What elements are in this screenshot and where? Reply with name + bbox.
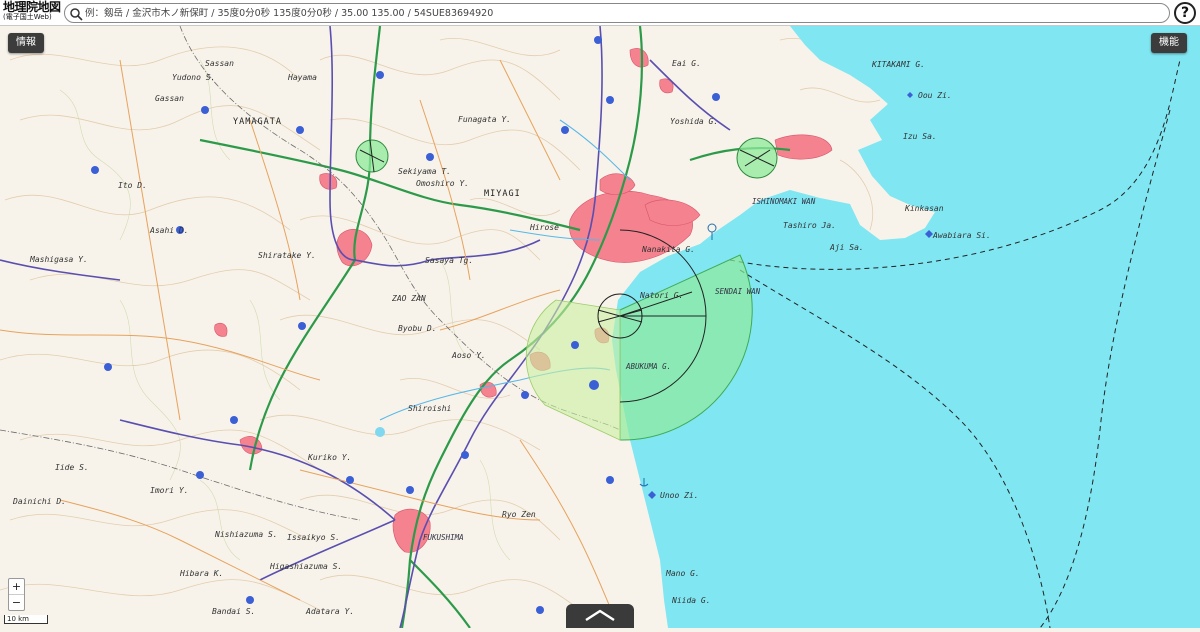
- svg-text:Ito D.: Ito D.: [118, 181, 147, 190]
- svg-text:Oou Zi.: Oou Zi.: [918, 91, 952, 100]
- svg-text:KITAKAMI G.: KITAKAMI G.: [871, 60, 925, 69]
- svg-text:Omoshiro Y.: Omoshiro Y.: [416, 179, 469, 188]
- zoom-out-button[interactable]: −: [9, 595, 24, 610]
- svg-text:ISHINOMAKI WAN: ISHINOMAKI WAN: [752, 197, 816, 206]
- function-button[interactable]: 機能: [1151, 33, 1187, 53]
- svg-text:Unoo Zi.: Unoo Zi.: [660, 491, 699, 500]
- search-input[interactable]: [85, 5, 1165, 21]
- search-box[interactable]: [64, 3, 1170, 23]
- info-button[interactable]: 情報: [8, 33, 44, 53]
- svg-text:Funagata Y.: Funagata Y.: [458, 115, 511, 124]
- expand-panel-button[interactable]: [566, 604, 634, 628]
- svg-text:Mashigasa Y.: Mashigasa Y.: [29, 255, 88, 264]
- svg-text:Sassan: Sassan: [205, 59, 234, 68]
- svg-text:Adatara Y.: Adatara Y.: [305, 607, 354, 616]
- svg-text:Aoso Y.: Aoso Y.: [451, 351, 486, 360]
- svg-text:Aji Sa.: Aji Sa.: [829, 243, 864, 252]
- svg-text:Hayama: Hayama: [287, 73, 317, 82]
- svg-text:Kuriko Y.: Kuriko Y.: [307, 453, 351, 462]
- svg-text:Kinkasan: Kinkasan: [904, 204, 944, 213]
- label-yamagata: YAMAGATA: [233, 117, 282, 127]
- svg-text:Nishiazuma S.: Nishiazuma S.: [214, 530, 278, 539]
- label-miyagi: MIYAGI: [484, 189, 521, 199]
- top-bar: 地理院地図 (電子国土Web) ?: [0, 0, 1200, 26]
- svg-text:Iide S.: Iide S.: [55, 463, 89, 472]
- svg-text:Issaikyo S.: Issaikyo S.: [287, 533, 340, 542]
- svg-text:Shiratake Y.: Shiratake Y.: [258, 251, 316, 260]
- scale-bar: 10 km: [4, 615, 48, 624]
- svg-text:Tashiro Ja.: Tashiro Ja.: [783, 221, 836, 230]
- app-logo[interactable]: 地理院地図 (電子国土Web): [3, 1, 63, 25]
- svg-text:Sasaya Tg.: Sasaya Tg.: [425, 256, 473, 265]
- topographic-map[interactable]: YAMAGATA MIYAGI FUKUSHIMA Sassan Yudono …: [0, 0, 1200, 628]
- svg-text:Izu Sa.: Izu Sa.: [903, 132, 937, 141]
- svg-text:Natori G.: Natori G.: [639, 291, 683, 300]
- help-button[interactable]: ?: [1174, 2, 1196, 24]
- label-fukushima: FUKUSHIMA: [423, 533, 464, 542]
- svg-text:SENDAI WAN: SENDAI WAN: [715, 287, 761, 296]
- search-icon[interactable]: [69, 7, 83, 21]
- svg-text:Sekiyama T.: Sekiyama T.: [398, 167, 451, 176]
- svg-text:Niida G.: Niida G.: [671, 596, 711, 605]
- svg-text:Higashiazuma S.: Higashiazuma S.: [269, 562, 342, 571]
- svg-text:Hirose: Hirose: [529, 223, 559, 232]
- logo-subtitle: (電子国土Web): [3, 13, 52, 21]
- svg-text:Hibara K.: Hibara K.: [179, 569, 223, 578]
- svg-text:Nanakita G.: Nanakita G.: [641, 245, 695, 254]
- svg-text:Imori Y.: Imori Y.: [150, 486, 189, 495]
- logo-title: 地理院地図: [3, 0, 61, 14]
- zoom-in-button[interactable]: +: [9, 579, 24, 595]
- svg-text:Shiroishi: Shiroishi: [408, 404, 451, 413]
- svg-text:ABUKUMA G.: ABUKUMA G.: [625, 362, 671, 371]
- svg-text:Yoshida G.: Yoshida G.: [670, 117, 718, 126]
- zoom-control: + −: [8, 578, 25, 611]
- svg-text:Awabiara Si.: Awabiara Si.: [932, 231, 991, 240]
- svg-text:Mano G.: Mano G.: [665, 569, 700, 578]
- svg-text:Eai G.: Eai G.: [672, 59, 701, 68]
- svg-text:ZAO ZAN: ZAO ZAN: [391, 294, 426, 303]
- svg-text:Yudono S.: Yudono S.: [172, 73, 215, 82]
- chevron-up-icon: [585, 609, 615, 622]
- svg-text:Ryo Zen: Ryo Zen: [502, 510, 536, 519]
- svg-text:Gassan: Gassan: [155, 94, 184, 103]
- svg-text:Dainichi D.: Dainichi D.: [12, 497, 66, 506]
- svg-text:Bandai S.: Bandai S.: [212, 607, 255, 616]
- svg-text:Byobu D.: Byobu D.: [398, 324, 437, 333]
- svg-text:Asahi D.: Asahi D.: [149, 226, 189, 235]
